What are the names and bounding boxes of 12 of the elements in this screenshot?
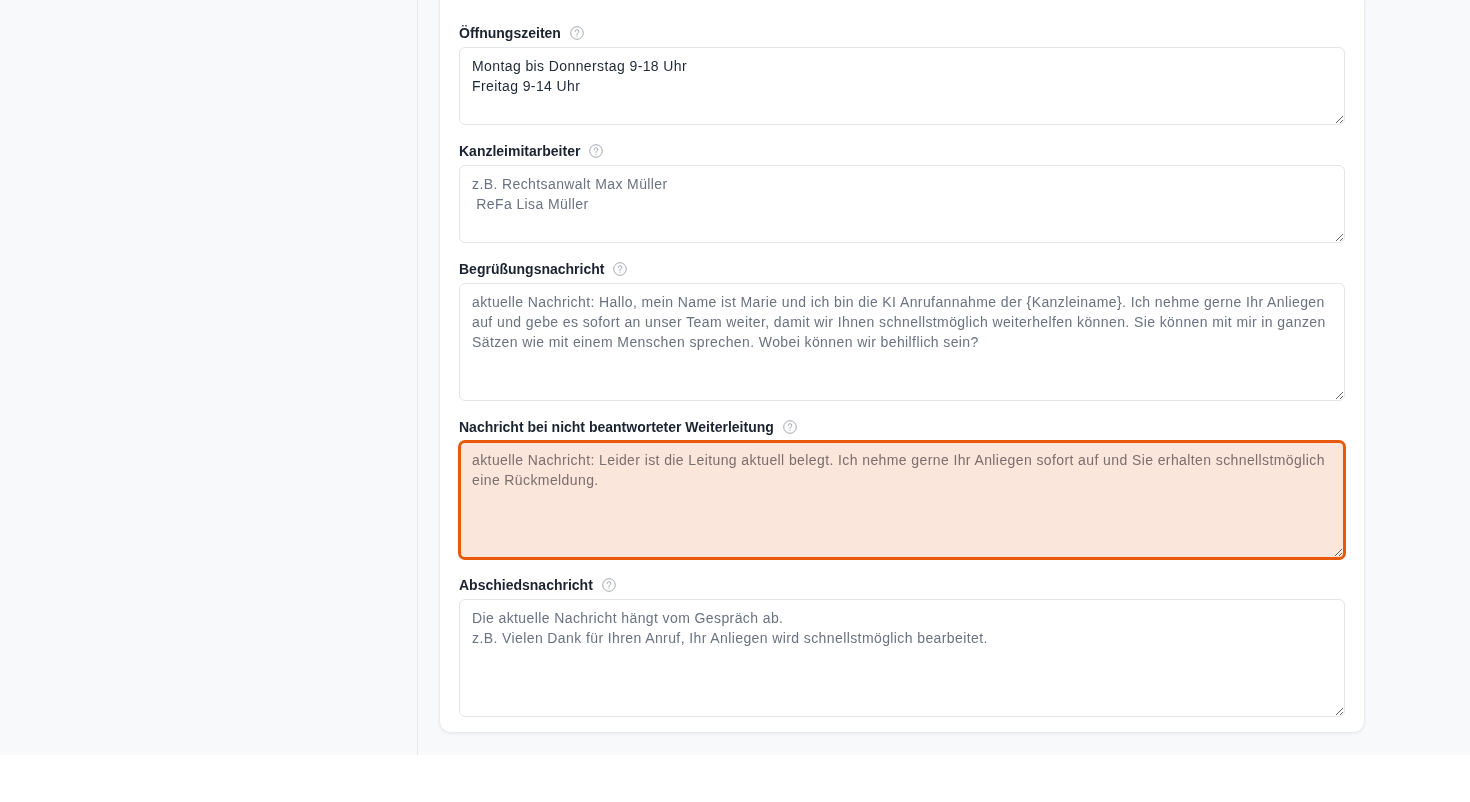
field-label: Öffnungszeiten bbox=[459, 24, 561, 43]
help-icon[interactable] bbox=[589, 144, 604, 158]
field-label: Kanzleimitarbeiter bbox=[459, 142, 581, 161]
field-label: Begrüßungsnachricht bbox=[459, 260, 605, 279]
help-icon[interactable] bbox=[782, 420, 797, 434]
field-label: Abschiedsnachricht bbox=[459, 576, 593, 595]
help-icon[interactable] bbox=[569, 26, 584, 40]
text-area[interactable]: Montag bis Donnerstag 9-18 Uhr Freitag 9-14 Uhr bbox=[459, 47, 1345, 125]
help-icon[interactable] bbox=[613, 262, 628, 276]
field-label: Nachricht bei nicht beantworteter Weiterleitung bbox=[459, 418, 774, 437]
help-icon[interactable] bbox=[601, 578, 616, 592]
text-area[interactable]: aktuelle Nachricht: Leider ist die Leitung aktuell belegt. Ich nehme gerne Ihr Anliegen sofort auf und Sie erhalten schnellstmöglich eine Rückmeldung. bbox=[459, 441, 1345, 559]
